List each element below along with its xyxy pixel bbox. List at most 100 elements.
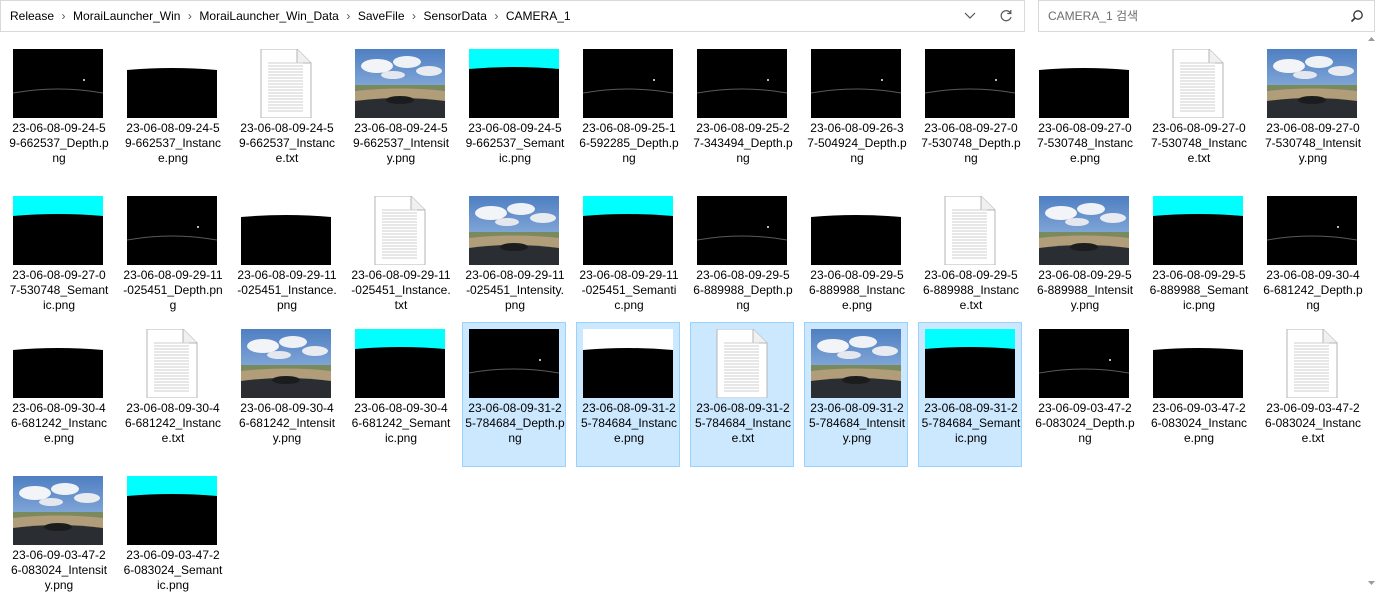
file-item[interactable]: 23-06-08-09-29-56-889988_Instance.png <box>804 189 908 334</box>
file-name: 23-06-09-03-47-26-083024_Intensity.png <box>10 548 108 592</box>
file-name: 23-06-08-09-29-56-889988_Depth.png <box>693 268 793 312</box>
file-name: 23-06-08-09-24-59-662537_Semantic.png <box>465 121 565 165</box>
file-name: 23-06-08-09-29-11-025451_Semantic.png <box>579 268 679 312</box>
file-item[interactable]: 23-06-08-09-25-27-343494_Depth.png <box>690 42 794 187</box>
file-item[interactable]: 23-06-08-09-29-56-889988_Depth.png <box>690 189 794 334</box>
file-item[interactable]: 23-06-09-03-47-26-083024_Intensity.png <box>6 469 110 614</box>
file-item[interactable]: 23-06-08-09-27-07-530748_Semantic.png <box>6 189 110 334</box>
image-thumbnail <box>127 476 217 545</box>
search-input[interactable] <box>1039 1 1340 31</box>
file-item[interactable]: 23-06-08-09-30-46-681242_Depth.png <box>1260 189 1364 334</box>
breadcrumb-item[interactable]: CAMERA_1 <box>506 9 571 23</box>
file-item[interactable]: 23-06-08-09-25-16-592285_Depth.png <box>576 42 680 187</box>
image-thumbnail <box>925 329 1015 398</box>
breadcrumb-separator-icon: › <box>412 9 417 23</box>
image-thumbnail <box>1153 196 1243 265</box>
file-item[interactable]: 23-06-08-09-30-46-681242_Instance.png <box>6 322 110 467</box>
file-name: 23-06-08-09-26-37-504924_Depth.png <box>807 121 907 165</box>
file-item[interactable]: 23-06-08-09-24-59-662537_Instance.png <box>120 42 224 187</box>
file-item[interactable]: 23-06-08-09-29-11-025451_Depth.png <box>120 189 224 334</box>
search-box <box>1038 0 1375 32</box>
breadcrumb: Release › MoraiLauncher_Win › MoraiLauncher_… <box>1 9 952 23</box>
file-item[interactable]: 23-06-08-09-27-07-530748_Intensity.png <box>1260 42 1364 187</box>
image-thumbnail <box>1267 49 1357 118</box>
file-item[interactable]: 23-06-08-09-31-25-784684_Instance.png <box>576 322 680 467</box>
refresh-icon[interactable] <box>988 1 1024 31</box>
file-item[interactable]: 23-06-08-09-29-11-025451_Semantic.png <box>576 189 680 334</box>
file-item[interactable]: 23-06-08-09-24-59-662537_Semantic.png <box>462 42 566 187</box>
file-name: 23-06-08-09-29-56-889988_Intensity.png <box>1036 268 1134 312</box>
breadcrumb-item[interactable]: MoraiLauncher_Win <box>73 9 180 23</box>
file-item[interactable]: 23-06-08-09-31-25-784684_Instance.txt <box>690 322 794 467</box>
file-item[interactable]: 23-06-08-09-27-07-530748_Depth.png <box>918 42 1022 187</box>
breadcrumb-item[interactable]: Release <box>10 9 54 23</box>
image-thumbnail <box>811 196 901 265</box>
image-thumbnail <box>355 329 445 398</box>
file-item[interactable]: 23-06-08-09-29-56-889988_Instance.txt <box>918 189 1022 334</box>
file-name: 23-06-08-09-24-59-662537_Instance.png <box>124 121 222 165</box>
file-name: 23-06-08-09-30-46-681242_Intensity.png <box>238 401 336 445</box>
file-item[interactable]: 23-06-08-09-29-11-025451_Intensity.png <box>462 189 566 334</box>
file-item[interactable]: 23-06-08-09-30-46-681242_Semantic.png <box>348 322 452 467</box>
file-name: 23-06-08-09-31-25-784684_Depth.png <box>465 401 565 445</box>
toolbar: Release › MoraiLauncher_Win › MoraiLauncher_… <box>0 0 1377 34</box>
text-file-icon <box>355 195 445 266</box>
file-item[interactable]: 23-06-08-09-31-25-784684_Depth.png <box>462 322 566 467</box>
text-file-icon <box>1153 48 1243 119</box>
file-item[interactable]: 23-06-09-03-47-26-083024_Instance.png <box>1146 322 1250 467</box>
image-thumbnail <box>241 196 331 265</box>
file-name: 23-06-08-09-31-25-784684_Intensity.png <box>808 401 906 445</box>
file-name: 23-06-08-09-29-56-889988_Instance.txt <box>922 268 1020 312</box>
search-icon[interactable] <box>1340 9 1374 23</box>
image-thumbnail <box>810 49 902 118</box>
image-thumbnail <box>1039 196 1129 265</box>
file-item[interactable]: 23-06-08-09-24-59-662537_Intensity.png <box>348 42 452 187</box>
image-thumbnail <box>13 329 103 398</box>
file-item[interactable]: 23-06-08-09-27-07-530748_Instance.txt <box>1146 42 1250 187</box>
file-item[interactable]: 23-06-08-09-24-59-662537_Depth.png <box>6 42 110 187</box>
chevron-down-icon[interactable] <box>952 1 988 31</box>
image-thumbnail <box>13 196 103 265</box>
file-item[interactable]: 23-06-08-09-30-46-681242_Intensity.png <box>234 322 338 467</box>
file-name: 23-06-08-09-30-46-681242_Semantic.png <box>351 401 451 445</box>
file-item[interactable]: 23-06-08-09-26-37-504924_Depth.png <box>804 42 908 187</box>
file-name: 23-06-08-09-24-59-662537_Instance.txt <box>238 121 336 165</box>
text-file-icon <box>241 48 331 119</box>
file-item[interactable]: 23-06-08-09-30-46-681242_Instance.txt <box>120 322 224 467</box>
file-item[interactable]: 23-06-09-03-47-26-083024_Instance.txt <box>1260 322 1364 467</box>
file-name: 23-06-08-09-27-07-530748_Depth.png <box>921 121 1021 165</box>
image-thumbnail <box>127 49 217 118</box>
breadcrumb-item[interactable]: SaveFile <box>358 9 405 23</box>
breadcrumb-item[interactable]: SensorData <box>424 9 487 23</box>
breadcrumb-item[interactable]: MoraiLauncher_Win_Data <box>199 9 338 23</box>
image-thumbnail <box>468 329 560 398</box>
file-name: 23-06-08-09-31-25-784684_Semantic.png <box>921 401 1021 445</box>
file-item[interactable]: 23-06-08-09-31-25-784684_Semantic.png <box>918 322 1022 467</box>
file-name: 23-06-08-09-24-59-662537_Intensity.png <box>352 121 450 165</box>
file-item[interactable]: 23-06-09-03-47-26-083024_Depth.png <box>1032 322 1136 467</box>
image-thumbnail <box>811 329 901 398</box>
file-item[interactable]: 23-06-08-09-29-56-889988_Intensity.png <box>1032 189 1136 334</box>
image-thumbnail <box>582 49 674 118</box>
file-name: 23-06-08-09-29-11-025451_Intensity.png <box>465 268 565 312</box>
file-item[interactable]: 23-06-08-09-29-56-889988_Semantic.png <box>1146 189 1250 334</box>
image-thumbnail <box>126 196 218 265</box>
address-bar[interactable]: Release › MoraiLauncher_Win › MoraiLauncher_… <box>0 0 1025 32</box>
file-name: 23-06-08-09-31-25-784684_Instance.png <box>580 401 678 445</box>
image-thumbnail <box>12 49 104 118</box>
file-item[interactable]: 23-06-08-09-29-11-025451_Instance.png <box>234 189 338 334</box>
file-item[interactable]: 23-06-08-09-29-11-025451_Instance.txt <box>348 189 452 334</box>
file-item[interactable]: 23-06-09-03-47-26-083024_Semantic.png <box>120 469 224 614</box>
vertical-scrollbar[interactable] <box>1366 35 1377 595</box>
file-name: 23-06-08-09-25-16-592285_Depth.png <box>579 121 679 165</box>
file-name: 23-06-08-09-27-07-530748_Instance.txt <box>1150 121 1248 165</box>
text-file-icon <box>127 328 217 399</box>
image-thumbnail <box>696 49 788 118</box>
file-name: 23-06-08-09-29-11-025451_Instance.png <box>237 268 337 312</box>
file-item[interactable]: 23-06-08-09-24-59-662537_Instance.txt <box>234 42 338 187</box>
file-item[interactable]: 23-06-08-09-31-25-784684_Intensity.png <box>804 322 908 467</box>
text-file-icon <box>697 328 787 399</box>
image-thumbnail <box>583 329 673 398</box>
file-item[interactable]: 23-06-08-09-27-07-530748_Instance.png <box>1032 42 1136 187</box>
file-name: 23-06-08-09-27-07-530748_Semantic.png <box>9 268 109 312</box>
